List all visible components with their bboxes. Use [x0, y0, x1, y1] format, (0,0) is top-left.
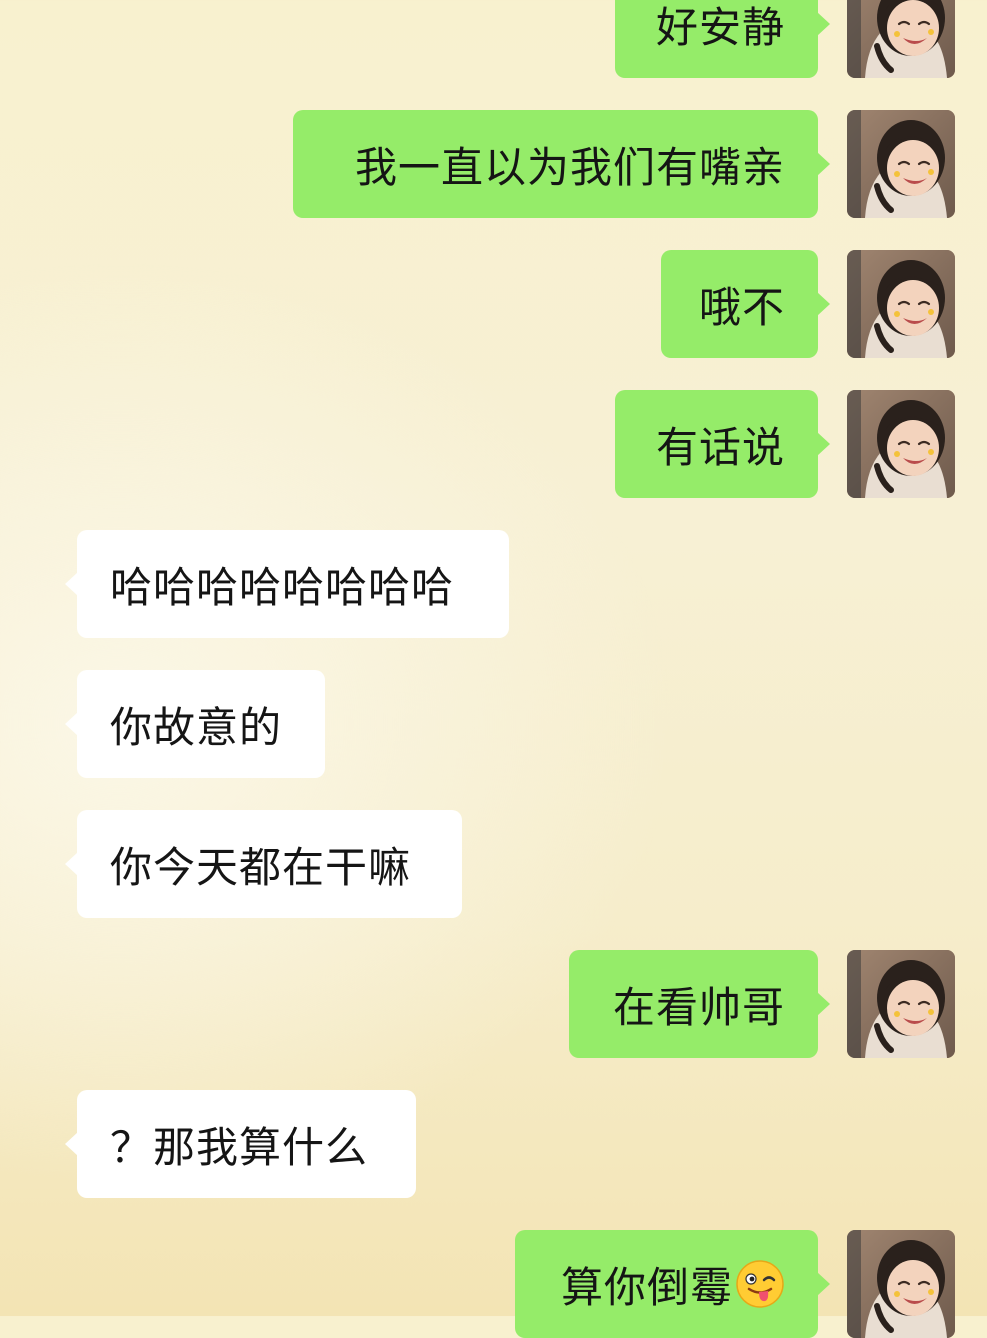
- message-text: 哦不: [698, 282, 785, 332]
- winking-face-tongue-icon: [736, 1260, 784, 1308]
- message-text: 算你倒霉: [560, 1262, 733, 1312]
- message-bubble-outgoing[interactable]: 在看帅哥: [569, 950, 830, 1058]
- avatar[interactable]: [847, 250, 955, 358]
- message-bubble-outgoing[interactable]: 有话说: [615, 390, 830, 498]
- smiling-child-avatar-icon: [847, 390, 955, 498]
- message-text: 哈哈哈哈哈哈哈哈: [110, 562, 455, 612]
- smiling-child-avatar-icon: [847, 110, 955, 218]
- message-bubble-outgoing[interactable]: 算你倒霉: [515, 1230, 830, 1338]
- smiling-child-avatar-icon: [847, 250, 955, 358]
- smiling-child-avatar-icon: [847, 1230, 955, 1338]
- avatar[interactable]: [847, 110, 955, 218]
- message-bubble-incoming[interactable]: 你今天都在干嘛: [65, 810, 462, 918]
- avatar[interactable]: [847, 390, 955, 498]
- message-text: 在看帅哥: [612, 982, 785, 1032]
- message-text: 有话说: [655, 422, 785, 472]
- smiling-child-avatar-icon: [847, 0, 955, 78]
- message-bubble-outgoing[interactable]: 哦不: [661, 250, 830, 358]
- chat-message-list: 好安静 我一直以为我们有嘴亲 哦不 有话说 哈哈哈哈哈哈哈哈 你故意的 你今天都…: [0, 0, 987, 1338]
- smiling-child-avatar-icon: [847, 950, 955, 1058]
- message-bubble-incoming[interactable]: ？那我算什么: [65, 1090, 416, 1198]
- avatar[interactable]: [847, 1230, 955, 1338]
- message-text: 你今天都在干嘛: [110, 842, 412, 892]
- message-text: 我一直以为我们有嘴亲: [354, 142, 785, 192]
- message-text: 好安静: [655, 2, 785, 52]
- avatar[interactable]: [847, 950, 955, 1058]
- message-bubble-incoming[interactable]: 你故意的: [65, 670, 325, 778]
- message-bubble-outgoing[interactable]: 我一直以为我们有嘴亲: [293, 110, 830, 218]
- avatar[interactable]: [847, 0, 955, 78]
- message-text: 你故意的: [110, 702, 283, 752]
- message-bubble-incoming[interactable]: 哈哈哈哈哈哈哈哈: [65, 530, 509, 638]
- message-text: ？那我算什么: [110, 1122, 369, 1172]
- message-bubble-outgoing[interactable]: 好安静: [615, 0, 830, 78]
